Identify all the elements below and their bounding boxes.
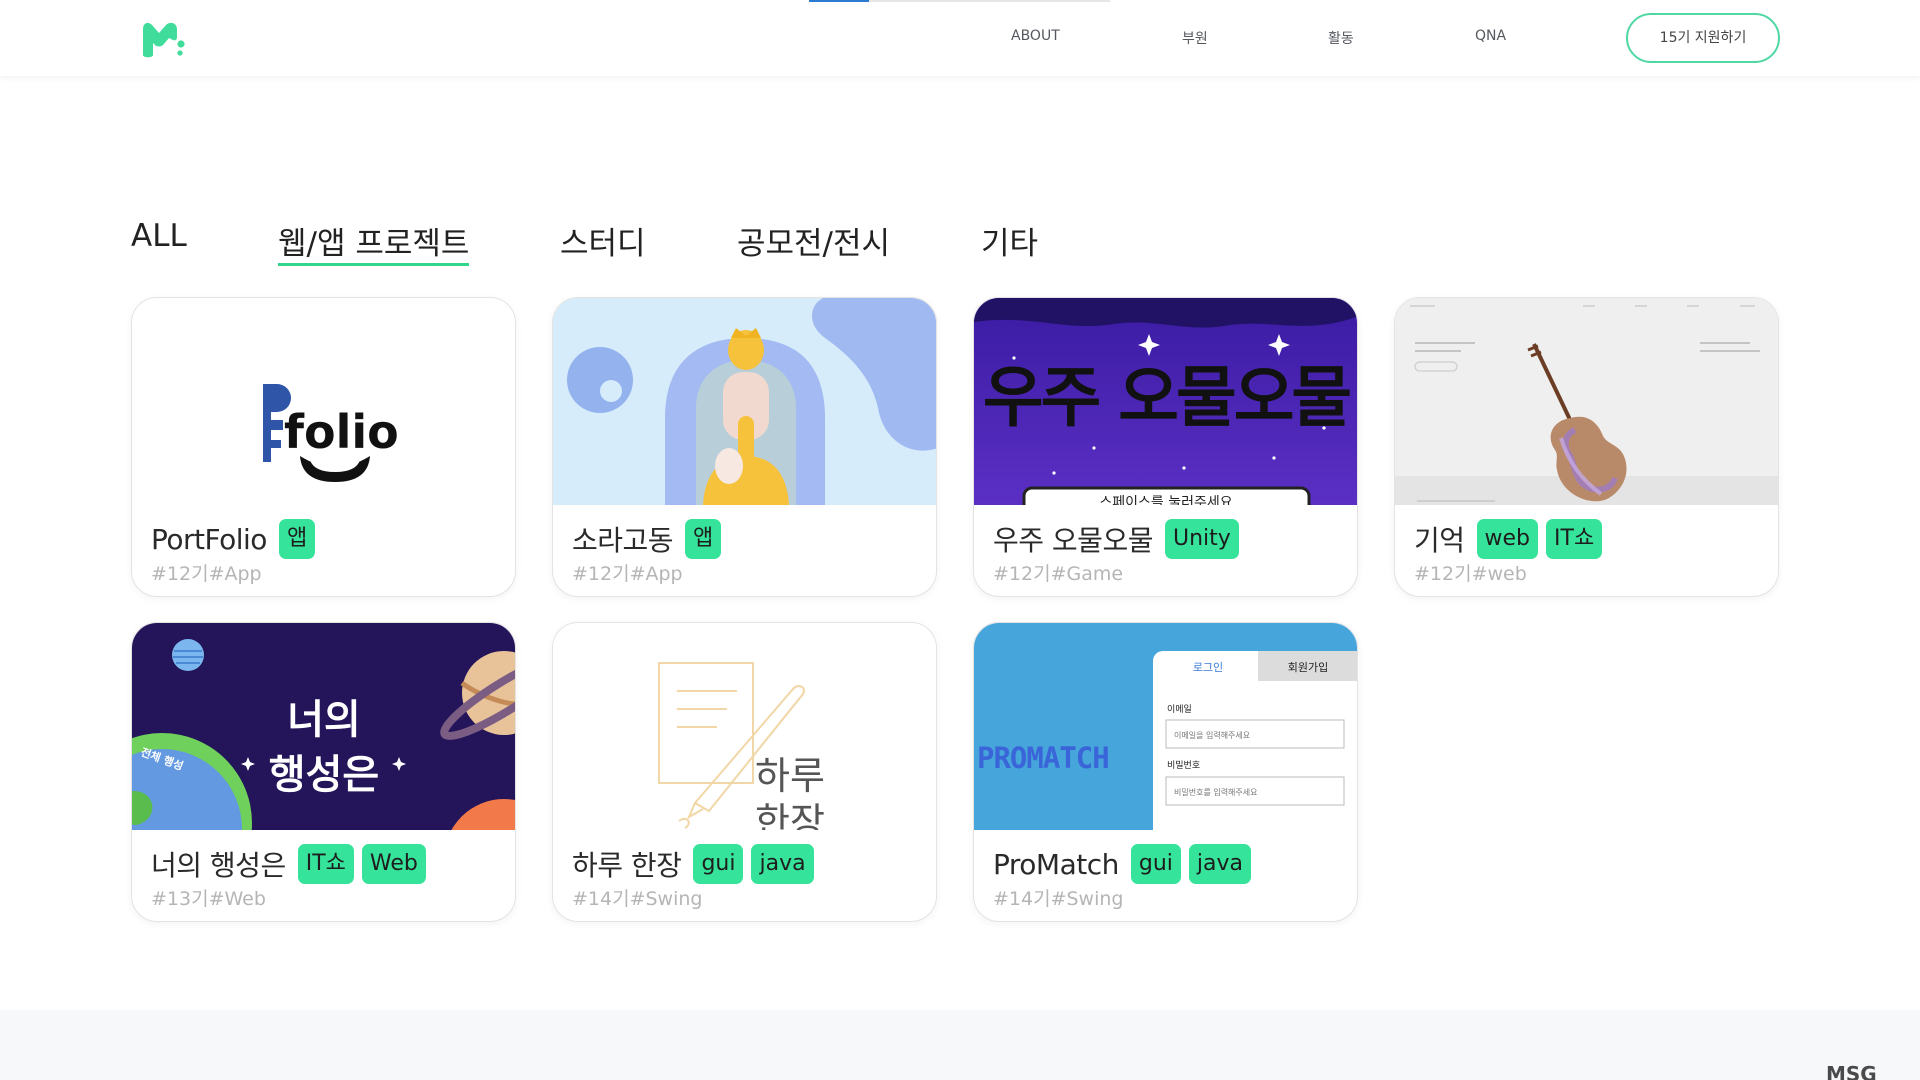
project-card-space-game[interactable]: 우주 오물오물 스페이스를 눌러주세요 우주 오물오물 Unity #12기#G… (973, 297, 1358, 597)
violin-website-icon (1395, 298, 1778, 505)
tag-badge: IT쇼 (297, 844, 354, 884)
site-footer (0, 1010, 1920, 1080)
planet-title-line1: 너의 (287, 697, 361, 743)
tag-badge: web (1476, 519, 1539, 559)
portfolio-logo-text: folio (284, 405, 399, 459)
nav-members[interactable]: 부원 (1182, 28, 1208, 48)
card-title-row: 소라고동 앱 (572, 518, 722, 560)
card-meta: #13기#Web (151, 888, 266, 910)
project-thumbnail: PROMATCH 로그인 회원가입 이메일 이메일을 입력해주세요 비밀번호 비… (974, 623, 1357, 830)
project-thumbnail: folio (132, 298, 515, 505)
project-card-your-planet[interactable]: 전체 행성 너의 행성은 너의 행성은 IT쇼 Web #13기#Web (131, 622, 516, 922)
tag-badge: gui (693, 844, 744, 884)
conch-illustration-icon (553, 298, 936, 505)
apply-button[interactable]: 15기 지원하기 (1626, 13, 1780, 63)
card-title-row: 너의 행성은 IT쇼 Web (151, 843, 426, 885)
tag-badge: gui (1130, 844, 1181, 884)
project-thumbnail (553, 298, 936, 505)
promatch-field1-label: 이메일 (1167, 704, 1192, 715)
card-title-row: 우주 오물오물 Unity (993, 518, 1239, 560)
project-card-daily-page[interactable]: 하루 한장 하루 한장 gui java #14기#Swing (552, 622, 937, 922)
card-title: 기억 (1414, 524, 1465, 557)
space-game-title-text: 우주 오물오물 (983, 359, 1351, 436)
project-thumbnail: 우주 오물오물 스페이스를 눌러주세요 (974, 298, 1357, 505)
card-title-row: ProMatch gui java (993, 843, 1251, 885)
card-title: PortFolio (151, 522, 267, 556)
project-card-portfolio[interactable]: folio PortFolio 앱 #12기#App (131, 297, 516, 597)
project-thumbnail: 전체 행성 너의 행성은 (132, 623, 515, 830)
tab-contest-exhibition[interactable]: 공모전/전시 (737, 218, 890, 263)
card-title: ProMatch (993, 847, 1119, 881)
nav-qna[interactable]: QNA (1475, 28, 1506, 44)
promatch-tab-signup: 회원가입 (1288, 661, 1328, 674)
card-meta: #12기#web (1414, 563, 1527, 585)
login-form-screenshot-icon: PROMATCH 로그인 회원가입 이메일 이메일을 입력해주세요 비밀번호 비… (974, 623, 1357, 830)
card-meta: #12기#Game (993, 563, 1124, 585)
space-game-press-space-text: 스페이스를 눌러주세요 (1099, 495, 1232, 505)
tab-etc[interactable]: 기타 (981, 218, 1038, 263)
promatch-field1-placeholder: 이메일을 입력해주세요 (1174, 730, 1250, 740)
card-title: 하루 한장 (572, 849, 682, 882)
card-meta: #14기#Swing (993, 888, 1124, 910)
nav-about[interactable]: ABOUT (1011, 28, 1060, 44)
card-title: 소라고동 (572, 524, 674, 557)
msg-logo-icon[interactable] (139, 19, 187, 59)
footer-brand: MSG (1826, 1062, 1877, 1080)
scroll-progress-bar (809, 0, 1110, 2)
card-title-row: 하루 한장 gui java (572, 843, 814, 885)
project-card-memory[interactable]: 기억 web IT쇼 #12기#web (1394, 297, 1779, 597)
project-thumbnail: 하루 한장 (553, 623, 936, 830)
tag-badge: 앱 (278, 519, 316, 559)
tab-web-app-project[interactable]: 웹/앱 프로젝트 (278, 218, 470, 266)
nav-activities[interactable]: 활동 (1328, 28, 1354, 48)
space-game-banner-icon: 우주 오물오물 스페이스를 눌러주세요 (974, 298, 1357, 505)
promatch-tab-login: 로그인 (1193, 661, 1223, 674)
tag-badge: Web (361, 844, 426, 884)
project-thumbnail (1395, 298, 1778, 505)
diary-illustration-icon: 하루 한장 (553, 623, 936, 830)
tag-badge: 앱 (685, 519, 722, 559)
card-meta: #12기#App (151, 563, 262, 585)
card-meta: #14기#Swing (572, 888, 703, 910)
tag-badge: Unity (1164, 519, 1239, 559)
card-title: 너의 행성은 (151, 849, 286, 882)
tag-badge: java (1188, 844, 1251, 884)
tag-badge: IT쇼 (1546, 519, 1603, 559)
card-title: 우주 오물오물 (993, 524, 1153, 557)
card-title-row: 기억 web IT쇼 (1414, 518, 1603, 560)
promatch-field2-placeholder: 비밀번호를 입력해주세요 (1174, 787, 1258, 797)
planet-title-line2: 행성은 (269, 752, 379, 798)
tab-all[interactable]: ALL (131, 218, 187, 254)
portfolio-logo-icon: folio (132, 298, 515, 505)
scroll-progress-fill (809, 0, 870, 2)
diary-text-line1: 하루 (755, 754, 825, 798)
project-card-conch[interactable]: 소라고동 앱 #12기#App (552, 297, 937, 597)
promatch-field2-label: 비밀번호 (1167, 759, 1200, 771)
promatch-brand-text: PROMATCH (977, 741, 1109, 775)
card-meta: #12기#App (572, 563, 683, 585)
planet-banner-icon: 전체 행성 너의 행성은 (132, 623, 515, 830)
project-card-promatch[interactable]: PROMATCH 로그인 회원가입 이메일 이메일을 입력해주세요 비밀번호 비… (973, 622, 1358, 922)
tag-badge: java (751, 844, 814, 884)
diary-text-line2: 한장 (755, 800, 825, 830)
tab-study[interactable]: 스터디 (560, 218, 646, 263)
card-title-row: PortFolio 앱 (151, 518, 316, 560)
site-header: ABOUT 부원 활동 QNA 15기 지원하기 (0, 0, 1920, 76)
